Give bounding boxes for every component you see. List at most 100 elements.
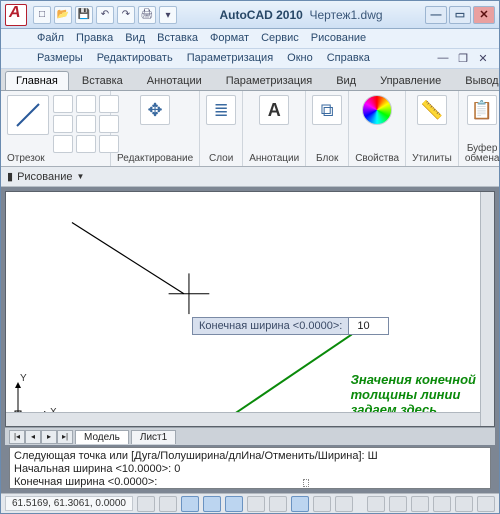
qat-redo-icon[interactable]: ↷ [117, 6, 135, 24]
status-layout-button[interactable] [389, 496, 407, 512]
ribbon-drop-label: Рисование [17, 171, 72, 183]
menu-file[interactable]: Файл [37, 32, 64, 48]
status-qp-button[interactable] [335, 496, 353, 512]
menu-window[interactable]: Окно [287, 52, 313, 68]
drawing-area-container: Конечная ширина <0.0000>: 10 Значения ко… [1, 187, 499, 493]
mini-tool-2[interactable] [76, 95, 96, 113]
mini-tool-7[interactable] [53, 135, 73, 153]
tab-output[interactable]: Вывод [454, 71, 500, 90]
panel-layers: ≣ Слои [200, 91, 243, 166]
tab-nav-last-icon[interactable]: ▸| [57, 430, 73, 444]
status-model-button[interactable] [367, 496, 385, 512]
status-snap-button[interactable] [137, 496, 155, 512]
cmd-input[interactable] [159, 477, 301, 489]
qat-print-icon[interactable]: 🖨 [138, 6, 156, 24]
dynamic-input-tooltip: Конечная ширина <0.0000>: 10 [192, 317, 389, 335]
status-grid-button[interactable] [159, 496, 177, 512]
doc-restore-icon[interactable]: ❐ [455, 52, 471, 66]
panel-utilities-label: Утилиты [412, 154, 452, 164]
panel-clipboard-label: Буфер обмена [465, 144, 500, 164]
tab-home[interactable]: Главная [5, 71, 69, 90]
status-ortho-button[interactable] [181, 496, 199, 512]
drawing-canvas[interactable]: Конечная ширина <0.0000>: 10 Значения ко… [5, 191, 495, 427]
menu-insert[interactable]: Вставка [157, 32, 198, 48]
chevron-down-icon[interactable]: ▼ [76, 172, 84, 181]
tab-layout1[interactable]: Лист1 [131, 430, 176, 444]
status-lwt-button[interactable] [313, 496, 331, 512]
close-button[interactable]: ✕ [473, 6, 495, 24]
clipboard-button[interactable]: 📋 [467, 95, 497, 125]
ribbon-panel-dropdown[interactable]: ▮ Рисование ▼ [1, 167, 499, 187]
status-osnap-button[interactable] [225, 496, 243, 512]
layout-tabs: |◂ ◂ ▸ ▸| Модель Лист1 [5, 427, 495, 445]
qat-save-icon[interactable]: 💾 [75, 6, 93, 24]
tab-nav-next-icon[interactable]: ▸ [41, 430, 57, 444]
status-ducs-button[interactable] [269, 496, 287, 512]
status-clean-screen-button[interactable] [477, 496, 495, 512]
qat-customize-icon[interactable]: ▾ [159, 6, 177, 24]
menu-help[interactable]: Справка [327, 52, 370, 68]
menu-parametric[interactable]: Параметризация [187, 52, 273, 68]
menu-draw[interactable]: Рисование [311, 32, 366, 48]
mini-tool-4[interactable] [53, 115, 73, 133]
status-bar: 61.5169, 61.3061, 0.0000 [1, 493, 499, 513]
menu-bar-2: Размеры Редактировать Параметризация Окн… [1, 49, 499, 69]
dock-handle-icon[interactable]: ▮ [7, 170, 13, 183]
tab-nav-prev-icon[interactable]: ◂ [25, 430, 41, 444]
status-polar-button[interactable] [203, 496, 221, 512]
horizontal-scrollbar[interactable] [6, 412, 480, 426]
panel-clipboard: 📋 Буфер обмена [459, 91, 500, 166]
utilities-button[interactable]: 📏 [417, 95, 447, 125]
modify-button[interactable]: ✥ [140, 95, 170, 125]
tooltip-label: Конечная ширина <0.0000>: [193, 318, 348, 334]
tab-parametric[interactable]: Параметризация [215, 71, 323, 90]
tab-insert[interactable]: Вставка [71, 71, 134, 90]
doc-minimize-icon[interactable]: ― [435, 52, 451, 66]
mini-tool-5[interactable] [76, 115, 96, 133]
qat-undo-icon[interactable]: ↶ [96, 6, 114, 24]
window-controls: ― ▭ ✕ [425, 6, 495, 24]
vertical-scrollbar[interactable] [480, 192, 494, 426]
menu-format[interactable]: Формат [210, 32, 249, 48]
panel-block-label: Блок [316, 154, 338, 164]
status-annoscale-button[interactable] [411, 496, 429, 512]
status-dyn-button[interactable] [291, 496, 309, 512]
doc-close-icon[interactable]: ✕ [475, 52, 491, 66]
panel-modify-label: Редактирование [117, 154, 193, 164]
tab-manage[interactable]: Управление [369, 71, 452, 90]
menu-edit[interactable]: Правка [76, 32, 113, 48]
status-coordinates[interactable]: 61.5169, 61.3061, 0.0000 [5, 496, 133, 511]
tab-model[interactable]: Модель [75, 430, 129, 444]
properties-button[interactable] [362, 95, 392, 125]
cmd-line-1: Следующая точка или [Дуга/Полуширина/длИ… [14, 450, 486, 463]
qat-new-icon[interactable]: □ [33, 6, 51, 24]
ribbon: Отрезок ✥ Редактирование ≣ Слои A Аннота… [1, 91, 499, 167]
annotation-button[interactable]: A [259, 95, 289, 125]
cmd-cursor [303, 479, 309, 487]
tab-nav-first-icon[interactable]: |◂ [9, 430, 25, 444]
status-otrack-button[interactable] [247, 496, 265, 512]
tab-annotate[interactable]: Аннотации [136, 71, 213, 90]
line-button[interactable] [7, 95, 49, 135]
menu-modify[interactable]: Редактировать [97, 52, 173, 68]
maximize-button[interactable]: ▭ [449, 6, 471, 24]
app-menu-button[interactable] [5, 4, 27, 26]
menu-dimensions[interactable]: Размеры [37, 52, 83, 68]
cmd-prompt: Конечная ширина <0.0000>: [14, 476, 157, 489]
ribbon-tab-strip: Главная Вставка Аннотации Параметризация… [1, 69, 499, 91]
status-toolbar-lock-button[interactable] [455, 496, 473, 512]
command-line[interactable]: Следующая точка или [Дуга/Полуширина/длИ… [9, 447, 491, 489]
status-workspace-button[interactable] [433, 496, 451, 512]
panel-annotation-label: Аннотации [249, 154, 299, 164]
minimize-button[interactable]: ― [425, 6, 447, 24]
tooltip-value-input[interactable]: 10 [348, 318, 388, 334]
mini-tool-8[interactable] [76, 135, 96, 153]
mini-tool-1[interactable] [53, 95, 73, 113]
menu-service[interactable]: Сервис [261, 32, 299, 48]
tab-view[interactable]: Вид [325, 71, 367, 90]
menu-view[interactable]: Вид [125, 32, 145, 48]
block-button[interactable]: ⧉ [312, 95, 342, 125]
qat-open-icon[interactable]: 📂 [54, 6, 72, 24]
layers-button[interactable]: ≣ [206, 95, 236, 125]
window-title: AutoCAD 2010 Чертеж1.dwg [177, 8, 425, 22]
